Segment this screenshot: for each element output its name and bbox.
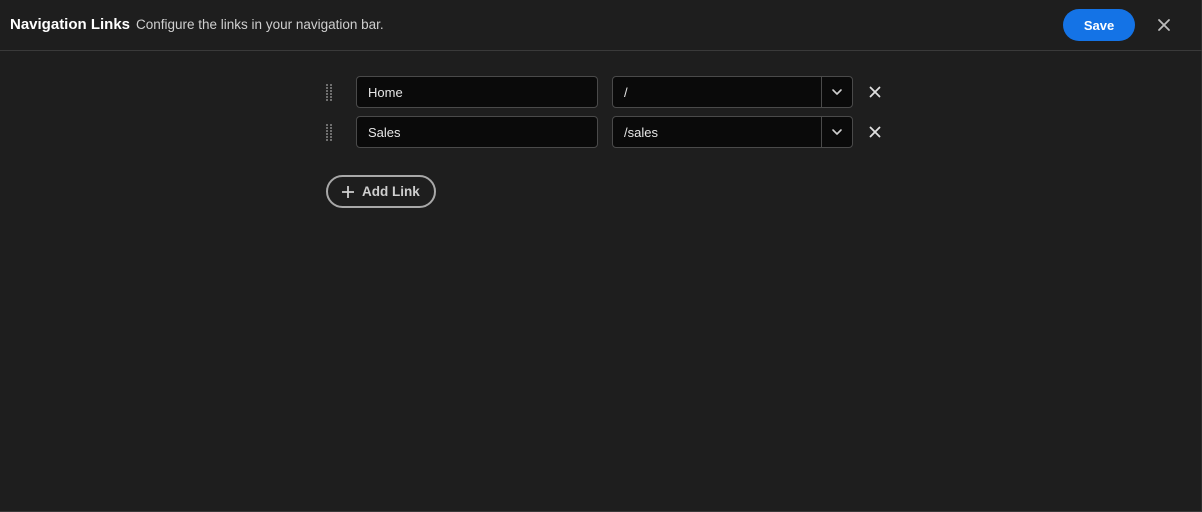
link-path-combobox[interactable]: /: [612, 76, 853, 108]
dialog-title: Navigation Links: [10, 16, 131, 33]
drag-handle-icon[interactable]: [326, 84, 334, 101]
plus-icon: [342, 185, 354, 198]
link-row: Sales /sales: [0, 116, 1202, 148]
add-link-button[interactable]: Add Link: [326, 175, 436, 208]
link-path-input[interactable]: /: [613, 77, 821, 107]
save-button[interactable]: Save: [1063, 9, 1135, 41]
path-dropdown-button[interactable]: [821, 77, 852, 107]
chevron-down-icon: [832, 129, 842, 135]
close-icon: [1158, 19, 1170, 31]
link-label-input[interactable]: Home: [356, 76, 598, 108]
close-button[interactable]: [1153, 14, 1175, 36]
path-dropdown-button[interactable]: [821, 117, 852, 147]
chevron-down-icon: [832, 89, 842, 95]
link-path-combobox[interactable]: /sales: [612, 116, 853, 148]
close-icon: [869, 126, 881, 138]
remove-link-button[interactable]: [866, 123, 884, 141]
dialog-subtitle: Configure the links in your navigation b…: [136, 17, 384, 32]
close-icon: [869, 86, 881, 98]
dialog-header: Navigation Links Configure the links in …: [0, 0, 1202, 51]
remove-link-button[interactable]: [866, 83, 884, 101]
link-label-input[interactable]: Sales: [356, 116, 598, 148]
drag-handle-icon[interactable]: [326, 124, 334, 141]
link-row: Home /: [0, 76, 1202, 108]
navigation-links-dialog: Navigation Links Configure the links in …: [0, 0, 1202, 512]
add-link-label: Add Link: [362, 184, 420, 199]
link-path-input[interactable]: /sales: [613, 117, 821, 147]
